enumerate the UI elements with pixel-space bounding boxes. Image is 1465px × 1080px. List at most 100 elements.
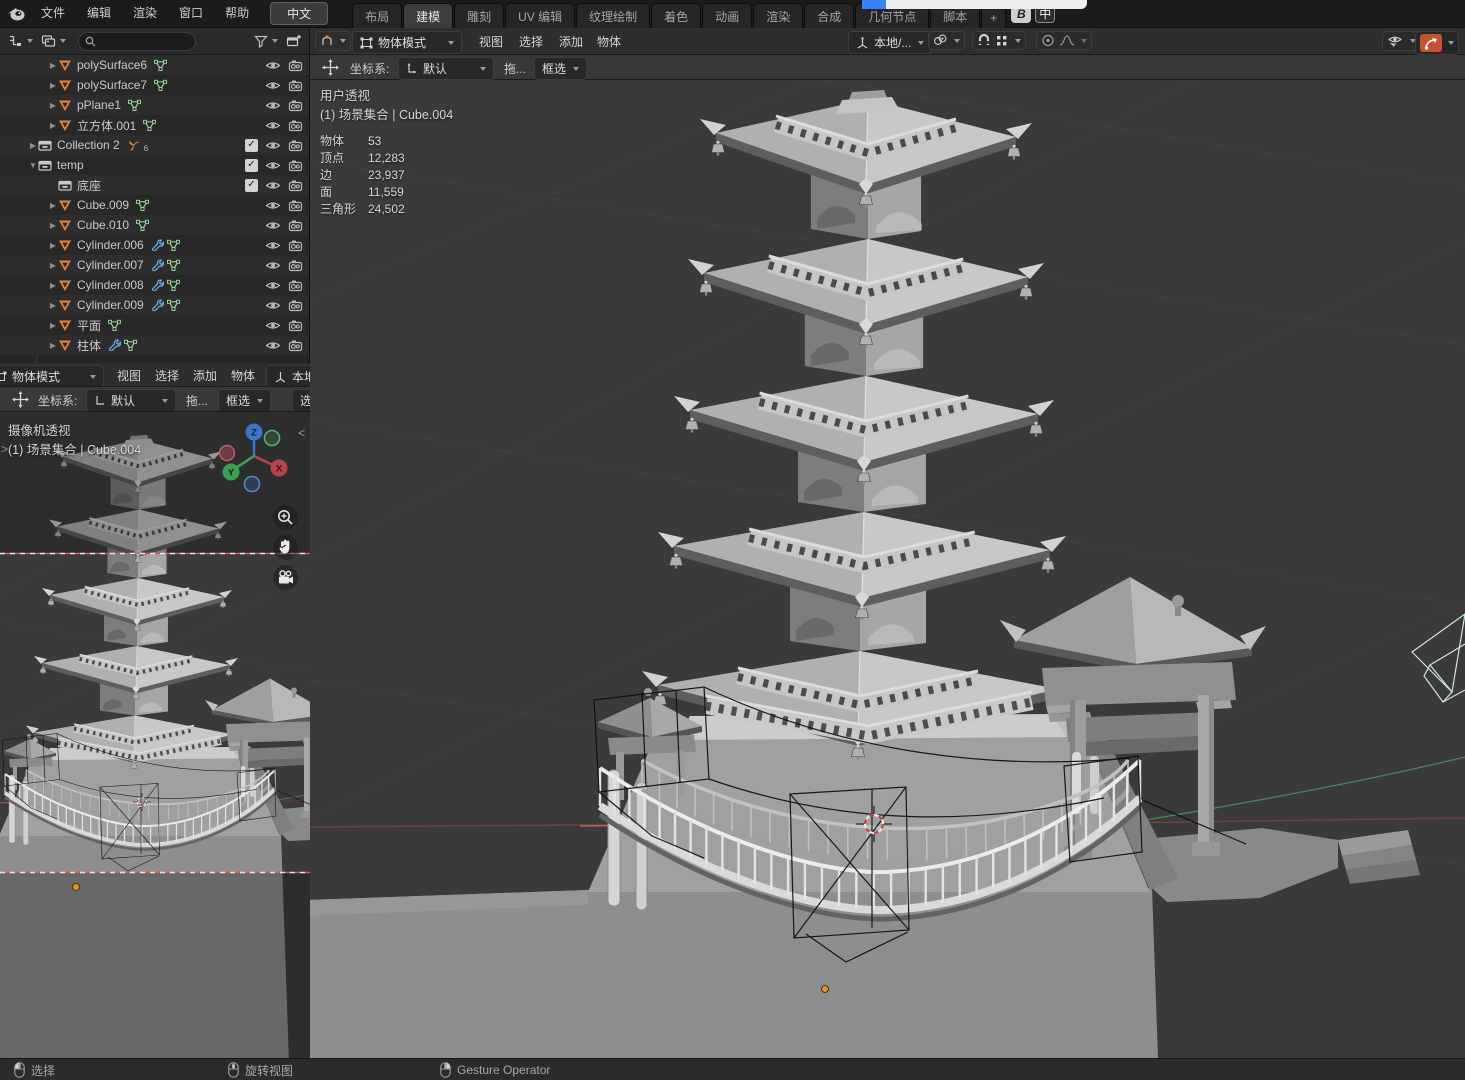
- object-name[interactable]: polySurface7: [77, 78, 147, 92]
- menu-view[interactable]: 视图: [108, 364, 150, 386]
- hide-in-viewport-icon[interactable]: [265, 199, 281, 212]
- outliner-row-Cylinder.006[interactable]: ▶ Cylinder.006: [0, 235, 309, 255]
- workspace-tab-8[interactable]: 渲染: [753, 2, 804, 28]
- hide-in-viewport-icon[interactable]: [265, 339, 281, 352]
- blender-logo-icon[interactable]: [6, 4, 26, 24]
- hide-in-viewport-icon[interactable]: [265, 319, 281, 332]
- camera-view-button[interactable]: [272, 564, 299, 591]
- disable-in-renders-icon[interactable]: [288, 79, 303, 92]
- disable-in-renders-icon[interactable]: [288, 319, 303, 332]
- new-collection-button[interactable]: [284, 32, 303, 50]
- select-mode-dropdown[interactable]: 框选: [534, 57, 588, 80]
- hide-in-viewport-icon[interactable]: [265, 119, 281, 132]
- workspace-tab-2[interactable]: 建模: [403, 2, 454, 28]
- outliner-row-底座[interactable]: 底座 ✓: [0, 175, 309, 195]
- editor-type-dropdown[interactable]: [315, 31, 351, 51]
- object-name[interactable]: 立方体.001: [77, 117, 136, 134]
- disable-in-renders-icon[interactable]: [288, 259, 303, 272]
- outliner-row-平面[interactable]: ▶ 平面: [0, 315, 309, 335]
- outliner-row-polySurface6[interactable]: ▶ polySurface6: [0, 55, 309, 75]
- workspace-tab-4[interactable]: UV 编辑: [505, 2, 576, 28]
- disable-in-renders-icon[interactable]: [288, 119, 303, 132]
- disclosure-arrow[interactable]: ▶: [48, 241, 58, 250]
- menu-object[interactable]: 物体: [588, 30, 630, 53]
- collection-checkbox[interactable]: ✓: [245, 138, 258, 152]
- disclosure-arrow[interactable]: ▶: [48, 301, 58, 310]
- object-name[interactable]: Collection 2: [57, 138, 120, 152]
- outliner-row-Collection 2[interactable]: ▶ Collection 2 6 ✓: [0, 135, 309, 155]
- workspace-tab-3[interactable]: 雕刻: [454, 2, 505, 28]
- outliner-row-Cylinder.008[interactable]: ▶ Cylinder.008: [0, 275, 309, 295]
- sidebar-collapse-icon[interactable]: <: [298, 426, 305, 440]
- object-name[interactable]: pPlane1: [77, 98, 121, 112]
- menu-view[interactable]: 视图: [470, 30, 512, 53]
- menu-add[interactable]: 添加: [550, 30, 592, 53]
- active-gizmo-dropdown[interactable]: [1415, 31, 1459, 55]
- menu-edit[interactable]: 编辑: [76, 0, 122, 27]
- disclosure-arrow[interactable]: ▶: [48, 201, 58, 210]
- outliner-row-polySurface7[interactable]: ▶ polySurface7: [0, 75, 309, 95]
- pivot-point-dropdown[interactable]: [928, 31, 965, 50]
- outliner-row-temp[interactable]: ▼ temp ✓: [0, 155, 309, 175]
- collection-checkbox[interactable]: ✓: [245, 178, 258, 192]
- mode-dropdown[interactable]: 物体模式: [352, 31, 462, 54]
- disclosure-arrow[interactable]: ▶: [48, 121, 58, 130]
- menu-render[interactable]: 渲染: [122, 0, 168, 27]
- workspace-tab-9[interactable]: 合成: [804, 2, 855, 28]
- object-name[interactable]: Cylinder.006: [77, 238, 144, 252]
- hide-in-viewport-icon[interactable]: [265, 279, 281, 292]
- object-name[interactable]: 平面: [77, 317, 101, 334]
- disable-in-renders-icon[interactable]: [288, 99, 303, 112]
- move-tool-icon[interactable]: [12, 391, 29, 408]
- outliner-row-柱体[interactable]: ▶ 柱体: [0, 335, 309, 355]
- object-name[interactable]: Cube.009: [77, 198, 129, 212]
- disable-in-renders-icon[interactable]: [288, 179, 303, 192]
- workspace-tab-1[interactable]: 布局: [352, 2, 403, 28]
- disclosure-arrow[interactable]: ▶: [48, 281, 58, 290]
- toolbar-expand-icon[interactable]: >: [1, 442, 8, 456]
- camera-3d-viewport[interactable]: 摄像机透视 (1) 场景集合 | Cube.004 < > Z X Y: [0, 412, 310, 1058]
- object-name[interactable]: temp: [57, 158, 84, 172]
- outliner-row-Cylinder.009[interactable]: ▶ Cylinder.009: [0, 295, 309, 315]
- disclosure-arrow[interactable]: ▶: [48, 261, 58, 270]
- object-name[interactable]: polySurface6: [77, 58, 147, 72]
- disable-in-renders-icon[interactable]: [288, 239, 303, 252]
- workspace-tab-7[interactable]: 动画: [702, 2, 753, 28]
- collection-checkbox[interactable]: ✓: [245, 158, 258, 172]
- disclosure-arrow[interactable]: ▶: [48, 81, 58, 90]
- object-name[interactable]: Cylinder.009: [77, 298, 144, 312]
- clipped-dropdown[interactable]: 选: [292, 389, 310, 411]
- disable-in-renders-icon[interactable]: [288, 139, 303, 152]
- zoom-button[interactable]: [272, 504, 299, 531]
- object-name[interactable]: 柱体: [77, 337, 101, 354]
- disable-in-renders-icon[interactable]: [288, 199, 303, 212]
- object-name[interactable]: Cube.010: [77, 218, 129, 232]
- object-origin-dot[interactable]: [72, 883, 80, 891]
- hide-in-viewport-icon[interactable]: [265, 239, 281, 252]
- axis-neg-x-ball[interactable]: [218, 444, 236, 462]
- hide-in-viewport-icon[interactable]: [265, 139, 281, 152]
- transform-orientation-dropdown[interactable]: 本地: [266, 365, 310, 386]
- pan-button[interactable]: [272, 534, 299, 561]
- select-mode-dropdown[interactable]: 框选: [218, 389, 272, 411]
- object-origin-dot[interactable]: [821, 985, 829, 993]
- disclosure-arrow[interactable]: ▶: [48, 101, 58, 110]
- coord-system-dropdown[interactable]: 默认: [86, 389, 176, 411]
- hide-in-viewport-icon[interactable]: [265, 179, 281, 192]
- editor-type-dropdown[interactable]: [6, 32, 35, 50]
- navigation-gizmo[interactable]: Z X Y: [218, 420, 294, 498]
- outliner-row-Cube.009[interactable]: ▶ Cube.009: [0, 195, 309, 215]
- outliner-row-立方体.001[interactable]: ▶ 立方体.001: [0, 115, 309, 135]
- disable-in-renders-icon[interactable]: [288, 219, 303, 232]
- proportional-editing-group[interactable]: [1036, 31, 1092, 50]
- hide-in-viewport-icon[interactable]: [265, 159, 281, 172]
- object-name[interactable]: 底座: [77, 177, 101, 194]
- object-name[interactable]: Cylinder.007: [77, 258, 144, 272]
- disable-in-renders-icon[interactable]: [288, 299, 303, 312]
- outliner-row-Cylinder.007[interactable]: ▶ Cylinder.007: [0, 255, 309, 275]
- snap-toggle-group[interactable]: [972, 31, 1026, 50]
- disable-in-renders-icon[interactable]: [288, 339, 303, 352]
- workspace-tab-6[interactable]: 着色: [651, 2, 702, 28]
- disable-in-renders-icon[interactable]: [288, 59, 303, 72]
- hide-in-viewport-icon[interactable]: [265, 219, 281, 232]
